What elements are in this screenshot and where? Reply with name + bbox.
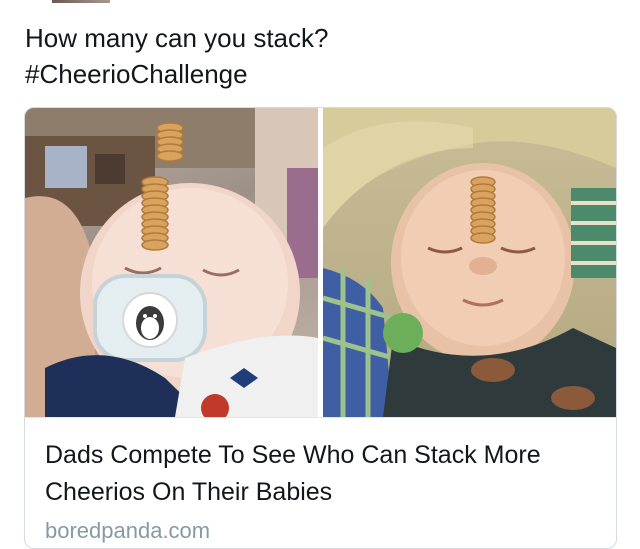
card-title[interactable]: Dads Compete To See Who Can Stack More C… bbox=[45, 437, 585, 511]
link-preview-card[interactable]: Dads Compete To See Who Can Stack More C… bbox=[24, 107, 617, 549]
photo-baby-with-pacifier bbox=[25, 108, 318, 417]
tweet-text: How many can you stack? #CheerioChalleng… bbox=[25, 20, 615, 92]
card-domain: boredpanda.com bbox=[45, 518, 211, 543]
avatar-edge bbox=[52, 0, 110, 3]
tweet-text-line: How many can you stack? bbox=[25, 23, 329, 53]
card-image[interactable] bbox=[25, 108, 616, 417]
hashtag-link[interactable]: #CheerioChallenge bbox=[25, 56, 615, 92]
card-body[interactable]: Dads Compete To See Who Can Stack More C… bbox=[25, 417, 616, 548]
photo-baby-sleeping bbox=[323, 108, 616, 417]
